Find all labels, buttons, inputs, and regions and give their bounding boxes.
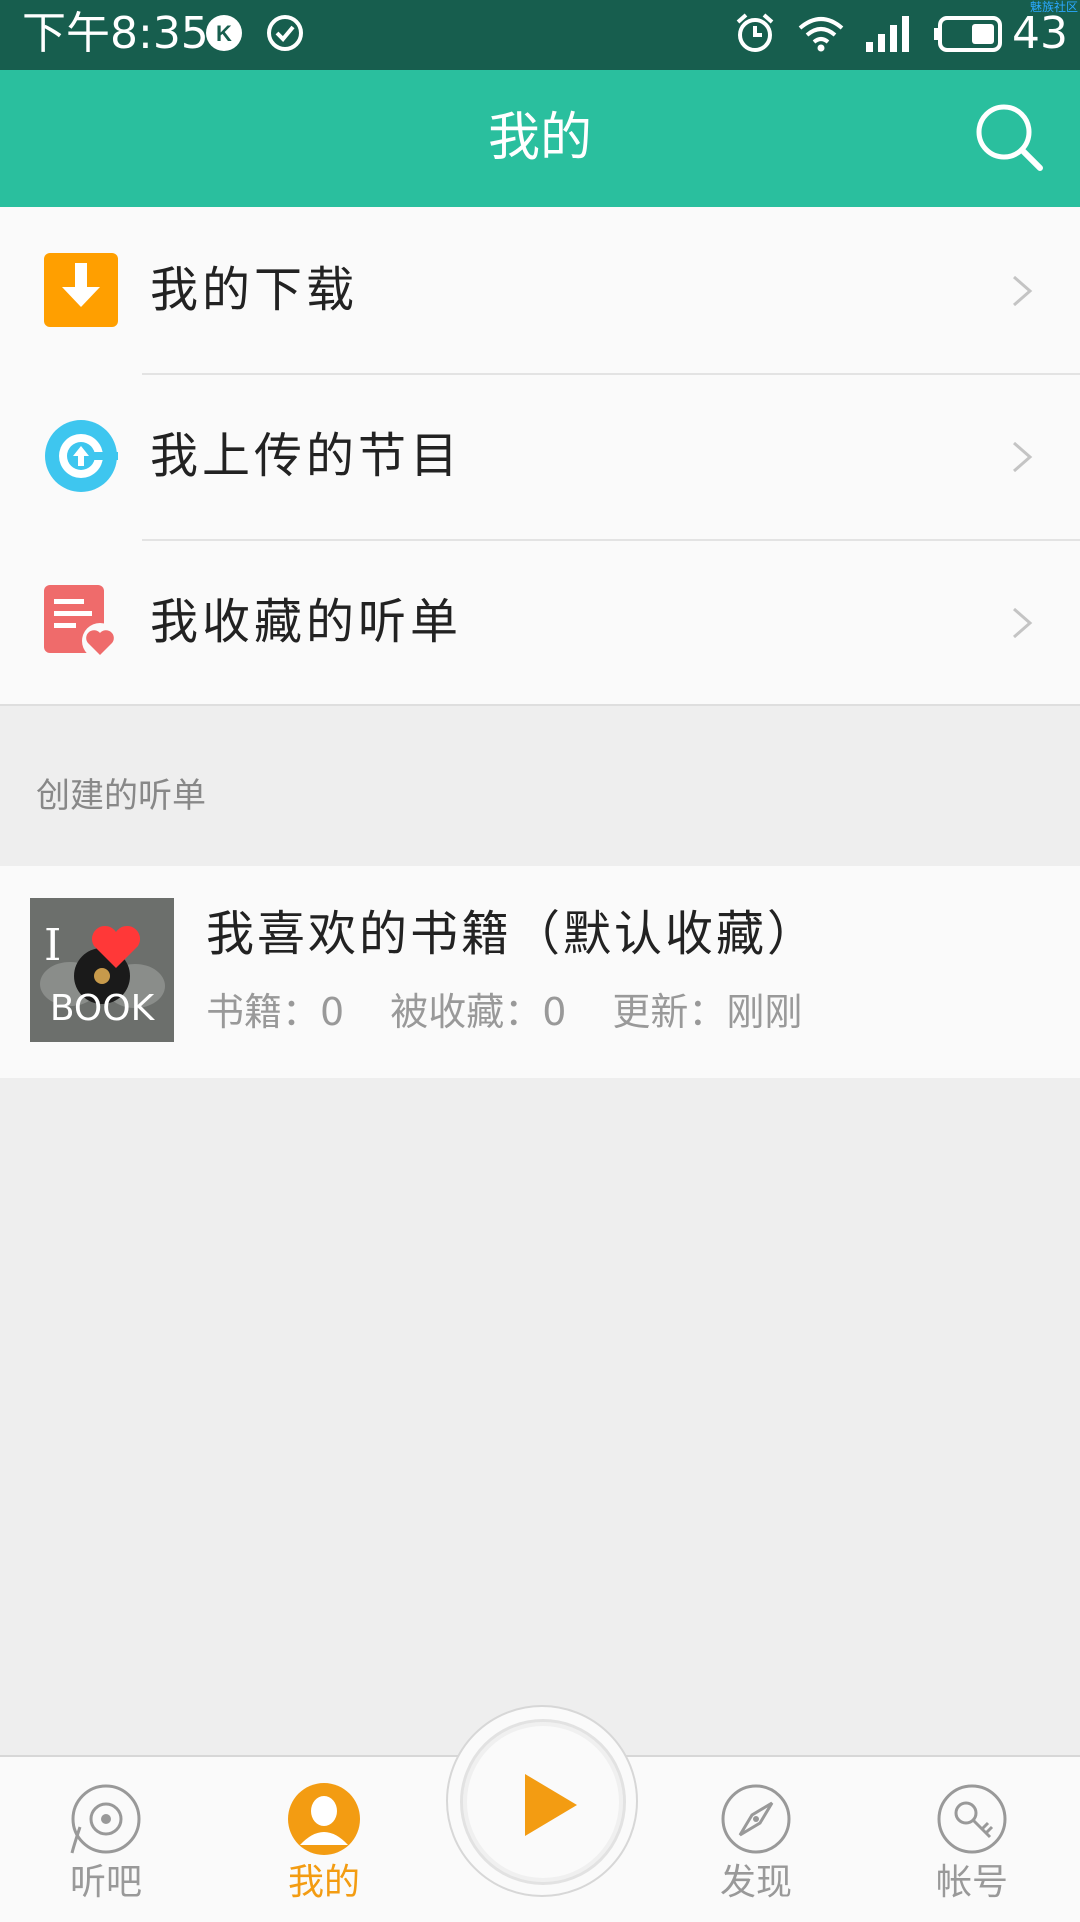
menu-item-favorite-lists[interactable]: 我收藏的听单	[0, 539, 1080, 705]
play-button[interactable]	[446, 1705, 638, 1897]
app-header: 我的	[0, 70, 1080, 207]
playlist-item[interactable]: I BOOK 我喜欢的书籍（默认收藏） 书籍：0 被收藏：0 更新：刚刚	[0, 866, 1080, 1078]
alarm-icon	[736, 13, 774, 52]
menu-item-label: 我上传的节目	[150, 428, 463, 484]
chevron-right-icon	[1013, 607, 1033, 639]
compass-icon	[721, 1784, 791, 1854]
tab-tingba[interactable]: 听吧	[6, 1757, 206, 1922]
upload-icon	[45, 420, 118, 492]
search-icon[interactable]	[974, 102, 1044, 172]
vinyl-icon	[70, 1784, 141, 1854]
tab-label: 我的	[287, 1862, 360, 1903]
wifi-icon	[798, 17, 844, 52]
playlist-cover: I BOOK	[30, 898, 174, 1042]
menu-item-uploads[interactable]: 我上传的节目	[0, 373, 1080, 539]
battery-icon	[934, 16, 1002, 52]
page-title: 我的	[487, 108, 592, 168]
watermark: 魅族社区	[1029, 0, 1078, 14]
menu-item-label: 我收藏的听单	[150, 594, 463, 650]
tab-faxian[interactable]: 发现	[656, 1757, 856, 1922]
play-button-inner	[460, 1719, 626, 1885]
tab-label: 帐号	[935, 1862, 1008, 1903]
divider	[0, 704, 1080, 706]
signal-icon	[866, 16, 909, 52]
tab-label: 发现	[719, 1862, 792, 1903]
cover-text-book: BOOK	[50, 988, 156, 1029]
battery-level: 43	[1012, 8, 1068, 59]
profile-icon	[288, 1783, 360, 1855]
status-bar: 下午8:35 K 43 魅族社区	[0, 0, 1080, 70]
playlist-title: 我喜欢的书籍（默认收藏）	[206, 906, 819, 962]
chevron-right-icon	[1013, 441, 1033, 473]
svg-text:K: K	[216, 21, 232, 46]
menu-item-label: 我的下载	[150, 262, 359, 318]
playlist-book-count: 书籍：0	[206, 990, 345, 1034]
book-cover-art: I BOOK	[30, 898, 174, 1042]
section-title: 创建的听单	[36, 776, 206, 816]
status-time: 下午8:35	[22, 8, 209, 59]
playlist-collected-count: 被收藏：0	[390, 990, 567, 1034]
check-circle-icon	[267, 15, 303, 51]
tab-label: 听吧	[69, 1862, 142, 1903]
account-icon	[937, 1784, 1007, 1854]
favorite-list-icon	[44, 585, 118, 659]
tab-zhanghao[interactable]: 帐号	[872, 1757, 1072, 1922]
my-menu-list: 我的下载 我上传的节目 我收藏的听单	[0, 207, 1080, 705]
cover-text-i: I	[44, 920, 61, 971]
playlist-updated: 更新：刚刚	[612, 990, 803, 1034]
menu-item-downloads[interactable]: 我的下载	[0, 207, 1080, 373]
playlist-meta: 书籍：0 被收藏：0 更新：刚刚	[206, 986, 848, 1038]
k-app-icon: K	[206, 15, 242, 51]
download-icon	[44, 253, 118, 327]
tab-wode[interactable]: 我的	[224, 1757, 424, 1922]
play-icon	[525, 1774, 577, 1836]
chevron-right-icon	[1013, 275, 1033, 307]
